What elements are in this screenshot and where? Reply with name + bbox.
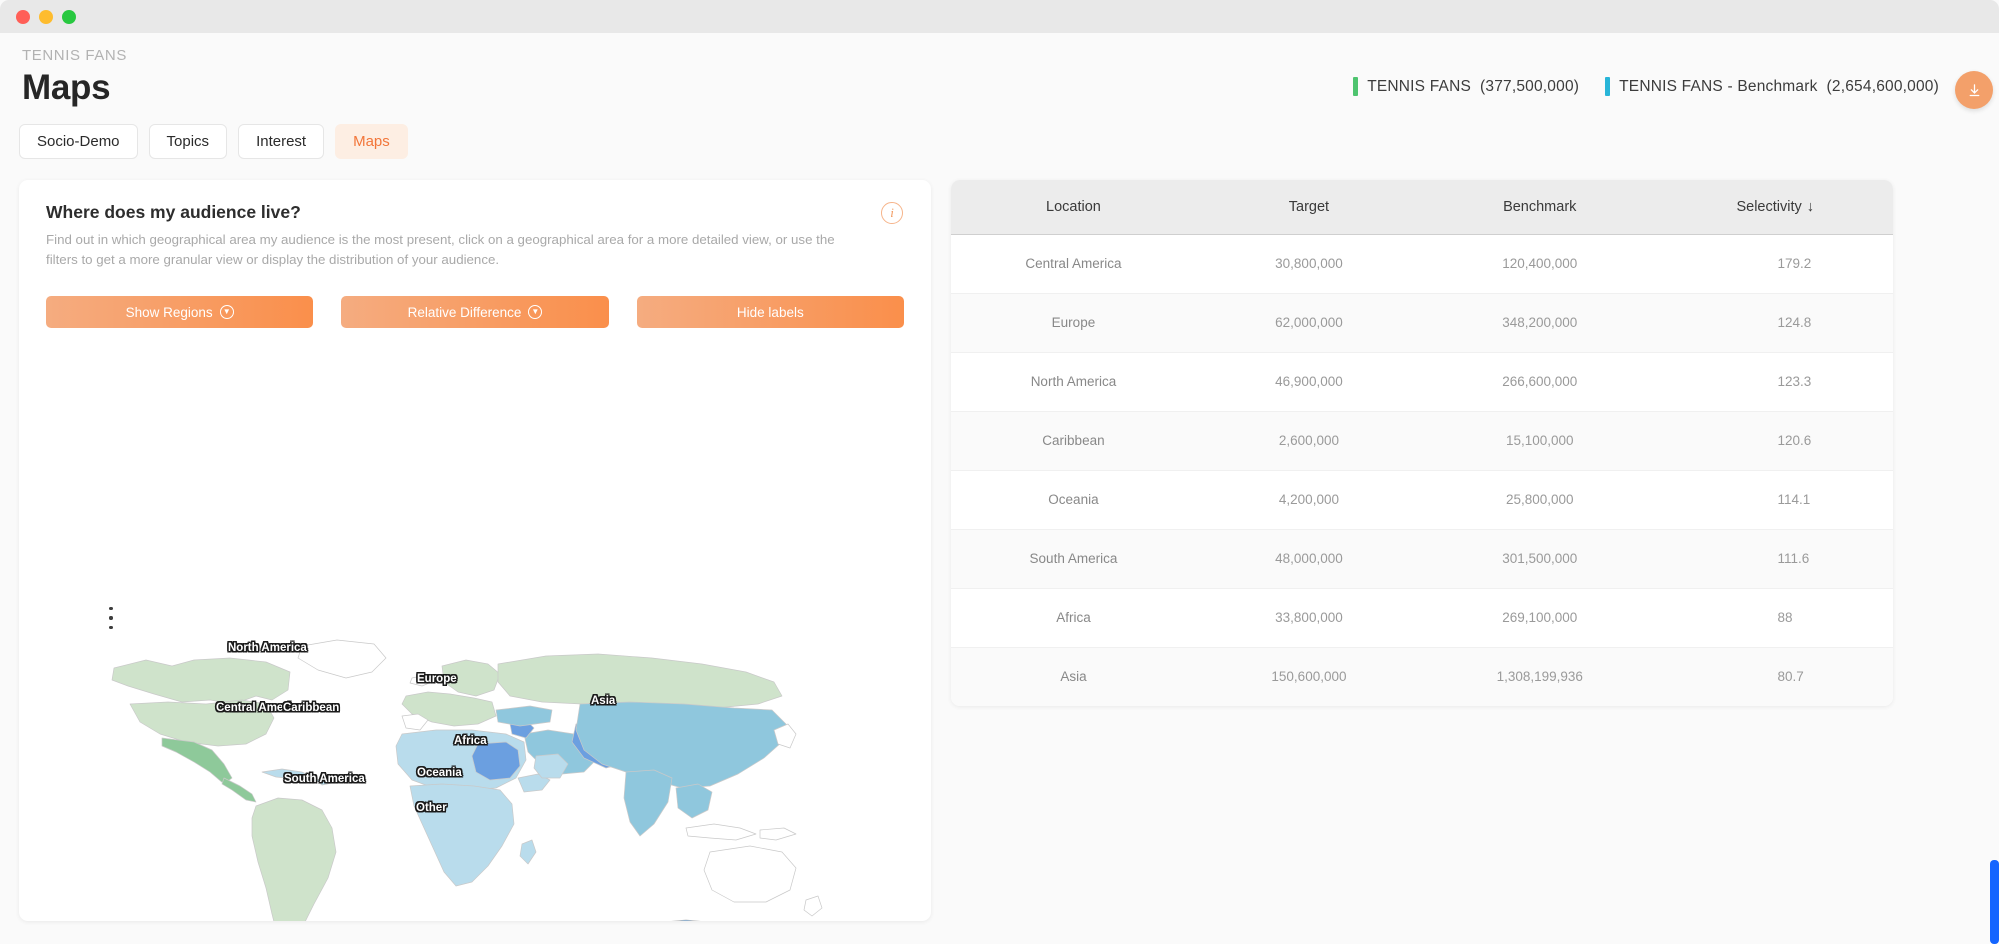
legend-item-target: TENNIS FANS (377,500,000) bbox=[1353, 77, 1579, 96]
maximize-window-button[interactable] bbox=[62, 9, 76, 24]
column-label: Location bbox=[1046, 198, 1101, 215]
location-table-panel: Location Target Benchmark Selectivity ↓ bbox=[951, 180, 1893, 706]
tab-maps[interactable]: Maps bbox=[335, 124, 408, 159]
download-icon bbox=[1969, 83, 1979, 96]
cell-target: 4,200,000 bbox=[1195, 470, 1422, 530]
cell-selectivity: 123.3 bbox=[1657, 352, 1893, 412]
cell-target: 150,600,000 bbox=[1271, 669, 1347, 685]
breadcrumb: TENNIS FANS bbox=[22, 47, 127, 64]
main-content: Where does my audience live? Find out in… bbox=[0, 159, 1999, 921]
cell-selectivity: 124.8 bbox=[1657, 293, 1893, 353]
column-header-benchmark[interactable]: Benchmark bbox=[1421, 180, 1658, 235]
column-label: Target bbox=[1288, 198, 1330, 215]
cell-location: Europe bbox=[951, 293, 1196, 353]
tab-socio-demo[interactable]: Socio-Demo bbox=[19, 124, 138, 159]
table-row[interactable]: Europe 62,000,000 348,200,000 124.8 bbox=[951, 293, 1893, 353]
kebab-menu-icon[interactable] bbox=[103, 605, 119, 631]
table-header: Location Target Benchmark Selectivity ↓ bbox=[951, 180, 1893, 235]
relative-difference-button[interactable]: Relative Difference ▼ bbox=[341, 296, 609, 329]
info-icon[interactable]: i bbox=[881, 202, 903, 224]
legend-value: (2,654,600,000) bbox=[1826, 77, 1939, 95]
cell-location: Central America bbox=[951, 234, 1196, 294]
cell-location: Asia bbox=[1060, 669, 1087, 685]
table-row[interactable]: Asia 150,600,000 1,308,199,936 80.7 bbox=[951, 647, 1893, 706]
tab-interest[interactable]: Interest bbox=[238, 124, 325, 159]
page-scrollbar[interactable] bbox=[1990, 860, 1999, 944]
cell-benchmark: 1,308,199,936 bbox=[1496, 669, 1583, 685]
legend-value: (377,500,000) bbox=[1480, 77, 1580, 95]
close-window-button[interactable] bbox=[16, 9, 30, 24]
cell-location: Caribbean bbox=[951, 411, 1196, 471]
audience-legend: TENNIS FANS (377,500,000) TENNIS FANS - … bbox=[1353, 77, 1939, 96]
cell-target: 2,600,000 bbox=[1195, 411, 1422, 471]
cell-location: Africa bbox=[951, 588, 1196, 648]
cell-location: North America bbox=[951, 352, 1196, 412]
cell-benchmark: 266,600,000 bbox=[1421, 352, 1658, 412]
map-card-description: Find out in which geographical area my a… bbox=[46, 232, 835, 267]
map-controls: Show Regions ▼ Relative Difference ▼ Hid… bbox=[46, 296, 904, 329]
section-tabs: Socio-Demo Topics Interest Maps bbox=[0, 124, 1999, 159]
cell-selectivity: 111.6 bbox=[1657, 529, 1893, 589]
table-row[interactable]: Africa 33,800,000 269,100,000 88 bbox=[951, 588, 1893, 648]
cell-benchmark: 301,500,000 bbox=[1421, 529, 1658, 589]
column-label: Selectivity bbox=[1736, 198, 1802, 215]
relative-difference-label: Relative Difference bbox=[407, 304, 522, 320]
cell-benchmark: 348,200,000 bbox=[1421, 293, 1658, 353]
show-regions-button[interactable]: Show Regions ▼ bbox=[46, 296, 314, 329]
tab-topics[interactable]: Topics bbox=[148, 124, 228, 159]
chevron-down-icon: ▼ bbox=[219, 305, 234, 320]
legend-label: TENNIS FANS bbox=[1367, 77, 1472, 95]
column-header-location[interactable]: Location bbox=[951, 180, 1196, 235]
minimize-window-button[interactable] bbox=[39, 9, 53, 24]
cell-selectivity: 114.1 bbox=[1657, 470, 1893, 530]
cell-target: 62,000,000 bbox=[1195, 293, 1422, 353]
column-header-selectivity[interactable]: Selectivity ↓ bbox=[1657, 180, 1893, 235]
cell-selectivity: 88 bbox=[1657, 588, 1893, 648]
arrow-down-icon: ↓ bbox=[1806, 198, 1814, 215]
hide-labels-button[interactable]: Hide labels bbox=[636, 296, 904, 329]
show-regions-label: Show Regions bbox=[125, 304, 213, 320]
download-button[interactable] bbox=[1955, 71, 1993, 109]
hide-labels-label: Hide labels bbox=[736, 304, 804, 320]
location-table: Location Target Benchmark Selectivity ↓ bbox=[951, 180, 1893, 706]
column-label: Benchmark bbox=[1503, 198, 1577, 215]
table-row[interactable]: South America 48,000,000 301,500,000 111… bbox=[951, 529, 1893, 589]
app-window: TENNIS FANS Maps TENNIS FANS (377,500,00… bbox=[0, 0, 1999, 944]
world-map-svg bbox=[111, 639, 823, 921]
table-row[interactable]: Oceania 4,200,000 25,800,000 114.1 bbox=[951, 470, 1893, 530]
cell-location: Oceania bbox=[951, 470, 1196, 530]
cell-selectivity: 120.6 bbox=[1657, 411, 1893, 471]
legend-color-swatch bbox=[1353, 77, 1359, 96]
cell-target: 48,000,000 bbox=[1195, 529, 1422, 589]
cell-target: 30,800,000 bbox=[1195, 234, 1422, 294]
page-header: TENNIS FANS Maps TENNIS FANS (377,500,00… bbox=[0, 33, 1999, 128]
legend-color-swatch bbox=[1605, 77, 1611, 96]
world-map[interactable]: North America Europe Asia Central Americ… bbox=[106, 638, 828, 921]
cell-benchmark: 15,100,000 bbox=[1421, 411, 1658, 471]
cell-target: 46,900,000 bbox=[1195, 352, 1422, 412]
legend-label: TENNIS FANS - Benchmark bbox=[1619, 77, 1818, 95]
table-row[interactable]: Central America 30,800,000 120,400,000 1… bbox=[951, 234, 1893, 294]
table-row[interactable]: North America 46,900,000 266,600,000 123… bbox=[951, 352, 1893, 412]
cell-selectivity: 179.2 bbox=[1657, 234, 1893, 294]
app-body: TENNIS FANS Maps TENNIS FANS (377,500,00… bbox=[0, 33, 1999, 944]
map-panel: Where does my audience live? Find out in… bbox=[19, 180, 931, 921]
cell-target: 33,800,000 bbox=[1195, 588, 1422, 648]
cell-benchmark: 25,800,000 bbox=[1421, 470, 1658, 530]
cell-benchmark: 269,100,000 bbox=[1421, 588, 1658, 648]
cell-selectivity: 80.7 bbox=[1777, 669, 1804, 685]
cell-benchmark: 120,400,000 bbox=[1421, 234, 1658, 294]
cell-location: South America bbox=[951, 529, 1196, 589]
table-header-row: Location Target Benchmark Selectivity ↓ bbox=[951, 180, 1893, 235]
column-header-target[interactable]: Target bbox=[1195, 180, 1422, 235]
chevron-down-icon: ▼ bbox=[528, 305, 543, 320]
map-card-title: Where does my audience live? bbox=[46, 202, 301, 222]
legend-item-benchmark: TENNIS FANS - Benchmark (2,654,600,000) bbox=[1605, 77, 1939, 96]
window-titlebar bbox=[0, 0, 1999, 33]
table-body: Central America 30,800,000 120,400,000 1… bbox=[951, 234, 1893, 706]
table-row[interactable]: Caribbean 2,600,000 15,100,000 120.6 bbox=[951, 411, 1893, 471]
